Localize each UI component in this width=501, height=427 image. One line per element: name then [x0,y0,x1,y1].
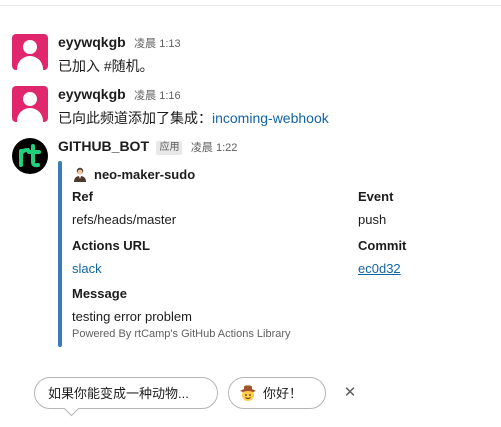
field-actions-title: Actions URL [72,238,150,253]
attachment-color-bar [58,161,62,347]
field-commit-title: Commit [358,238,407,253]
suggestion-chip[interactable]: 如果你能变成一种动物... [34,377,218,417]
rtcamp-logo-icon [19,144,41,168]
suggestion-label: 你好！ [263,386,303,401]
speech-tail [63,400,80,417]
message-header: eyywqkgb 凌晨 1:16 [58,86,181,104]
avatar[interactable] [12,86,48,122]
app-badge: 应用 [156,141,183,155]
message-text-prefix: 已向此频道添加了集成： [58,110,212,126]
message-item: eyywqkgb 凌晨 1:16 已向此频道添加了集成：incoming-web… [12,86,492,126]
top-divider [0,5,501,6]
suggestion-chip[interactable]: 你好！ [228,377,326,409]
field-message-value: testing error problem [72,309,192,324]
message-header: GITHUB_BOT 应用 凌晨 1:22 [58,138,237,156]
username[interactable]: eyywqkgb [58,86,126,102]
actions-url-link[interactable]: slack [72,261,102,276]
suggestion-label: 如果你能变成一种动物... [48,386,189,401]
cowboy-emoji-icon [240,385,256,401]
field-ref-value: refs/heads/master [72,212,177,227]
timestamp[interactable]: 凌晨 1:16 [134,90,180,102]
avatar[interactable] [12,34,48,70]
integration-link[interactable]: incoming-webhook [212,110,329,126]
field-message-title: Message [72,286,127,301]
bot-avatar[interactable] [12,138,48,174]
message-item: GITHUB_BOT 应用 凌晨 1:22 neo-maker-sudo Ref… [12,138,492,348]
field-event-title: Event [358,189,394,204]
message-text: 已加入 #随机。 [58,58,154,74]
author-name[interactable]: neo-maker-sudo [94,167,195,182]
attachment: neo-maker-sudo Ref refs/heads/master Eve… [58,161,478,347]
close-icon[interactable]: ✕ [343,377,357,409]
message-item: eyywqkgb 凌晨 1:13 已加入 #随机。 [12,34,492,74]
message-text: 已向此频道添加了集成：incoming-webhook [58,108,329,128]
field-ref-title: Ref [72,189,93,204]
author-avatar-icon [72,166,88,182]
timestamp[interactable]: 凌晨 1:13 [134,38,180,50]
commit-link[interactable]: ec0d32 [358,261,401,276]
message-header: eyywqkgb 凌晨 1:13 [58,34,181,52]
timestamp[interactable]: 凌晨 1:22 [191,142,237,154]
attachment-author: neo-maker-sudo [72,166,195,182]
username[interactable]: eyywqkgb [58,34,126,50]
field-event-value: push [358,212,387,227]
attachment-footer: Powered By rtCamp's GitHub Actions Libra… [72,328,291,340]
username[interactable]: GITHUB_BOT [58,138,149,154]
